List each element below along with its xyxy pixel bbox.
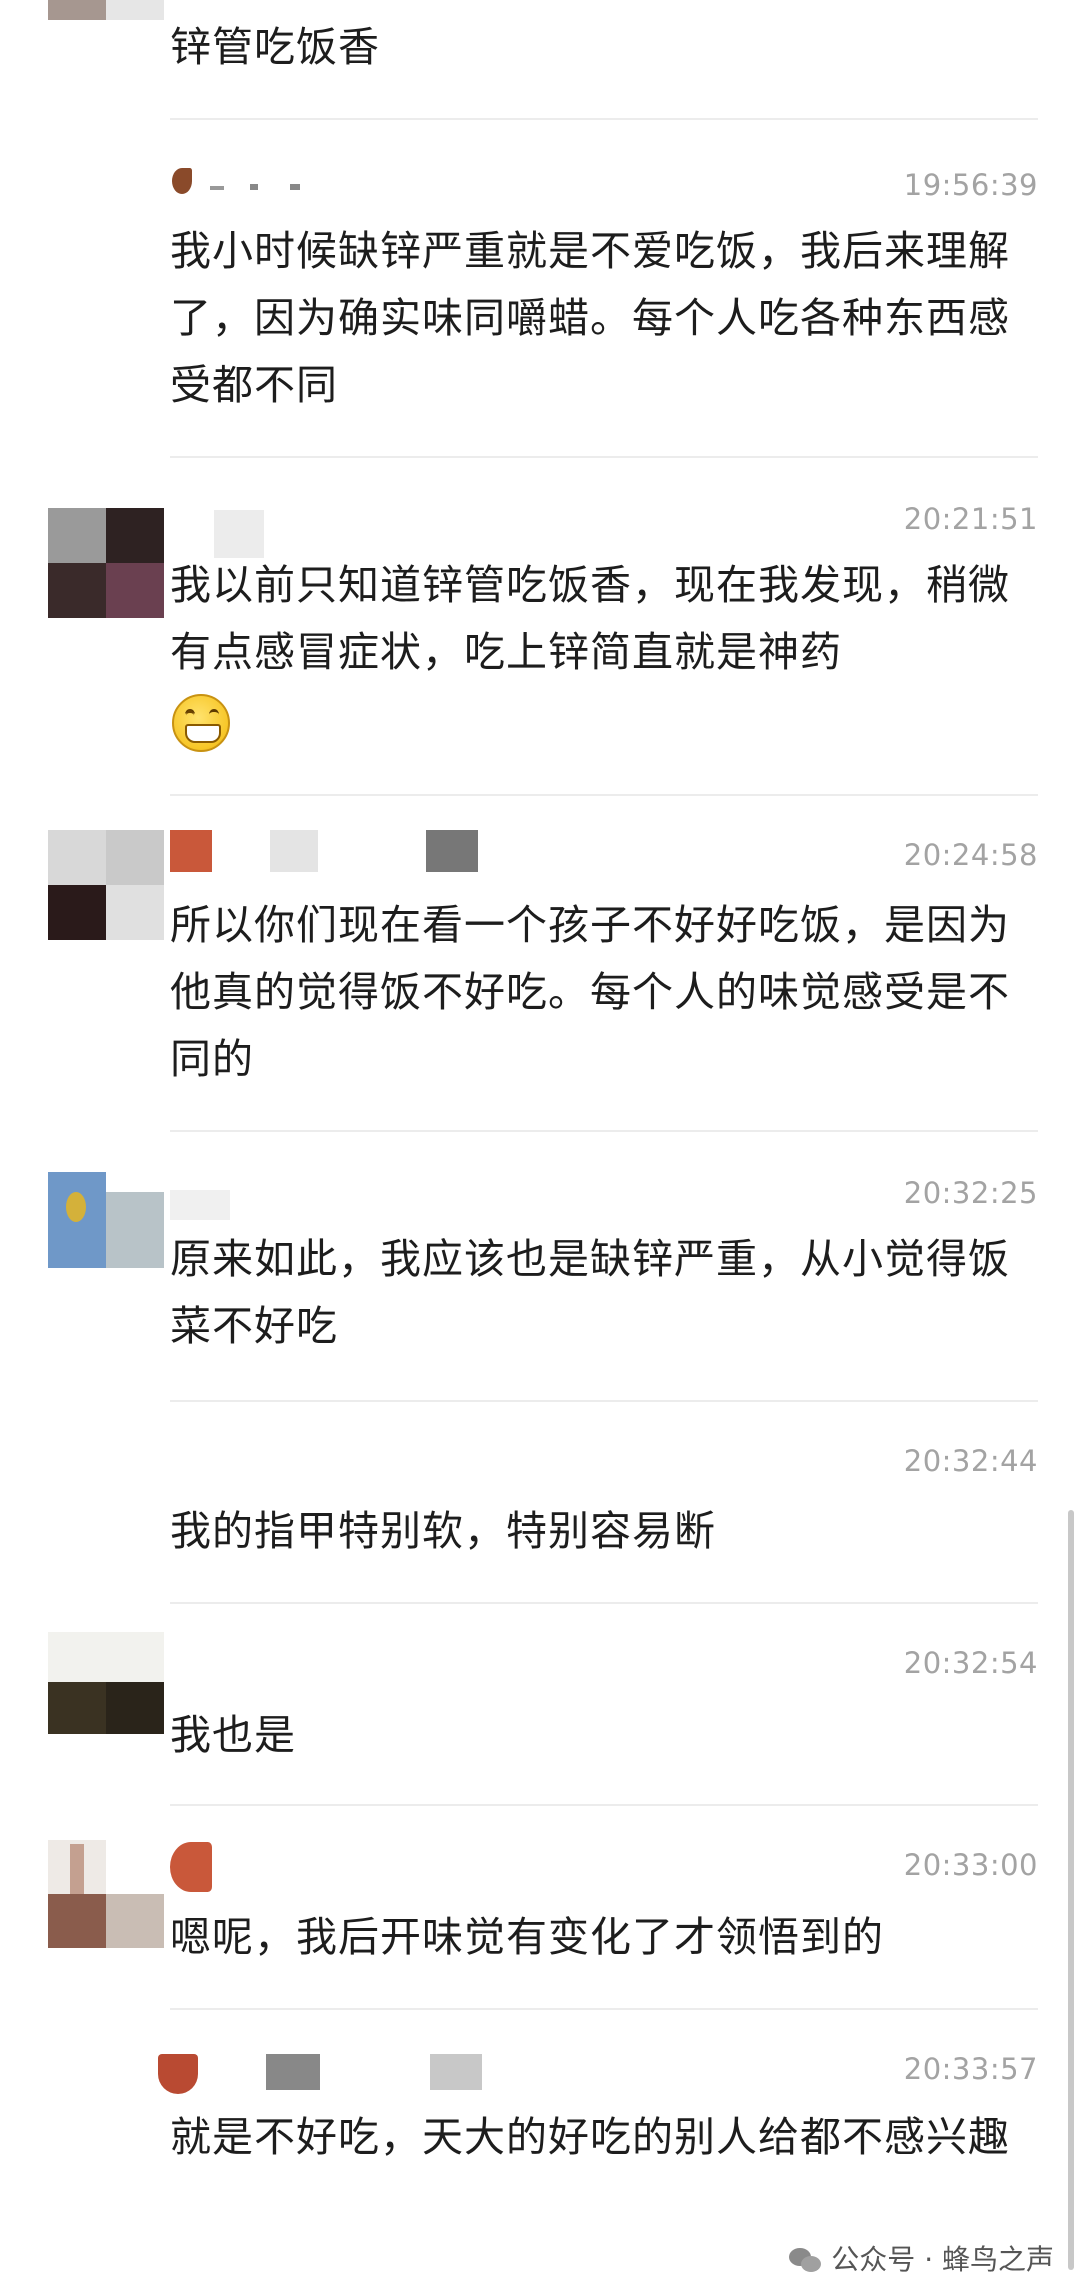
avatar[interactable] — [48, 508, 164, 618]
comment-text: 所以你们现在看一个孩子不好好吃饭，是因为他真的觉得饭不好吃。每个人的味觉感受是不… — [170, 901, 1010, 1083]
comment-time: 20:32:44 — [903, 1444, 1038, 1478]
watermark: 公众号 · 蜂鸟之声 — [789, 2240, 1054, 2280]
comment-time: 20:33:00 — [903, 1848, 1038, 1882]
username-redacted — [170, 510, 270, 558]
comment-text: 就是不好吃，天大的好吃的别人给都不感兴趣 — [170, 2113, 1010, 2161]
comment-text: 原来如此，我应该也是缺锌严重，从小觉得饭菜不好吃 — [170, 1235, 1010, 1350]
grinning-face-emoji — [172, 694, 230, 752]
username-redacted — [158, 2054, 490, 2102]
avatar[interactable] — [48, 1632, 164, 1734]
comment-time: 20:21:51 — [903, 502, 1038, 536]
avatar[interactable] — [48, 0, 164, 20]
divider — [170, 1602, 1038, 1604]
divider — [170, 1400, 1038, 1402]
divider — [170, 118, 1038, 120]
divider — [170, 1130, 1038, 1132]
username-redacted — [170, 1842, 250, 1892]
username-redacted — [170, 830, 490, 878]
divider — [170, 794, 1038, 796]
comment-text: 嗯呢，我后开味觉有变化了才领悟到的 — [170, 1913, 884, 1961]
divider — [170, 2008, 1038, 2010]
comment-text: 我也是 — [170, 1711, 296, 1759]
comment-text: 我小时候缺锌严重就是不爱吃饭，我后来理解了，因为确实味同嚼蜡。每个人吃各种东西感… — [170, 227, 1010, 409]
avatar[interactable] — [48, 1840, 164, 1948]
comment-time: 19:56:39 — [903, 168, 1038, 202]
divider — [170, 456, 1038, 458]
comment-time: 20:32:25 — [903, 1176, 1038, 1210]
comment-text: 我的指甲特别软，特别容易断 — [170, 1507, 716, 1555]
comment-text: 我以前只知道锌管吃饭香，现在我发现，稍微有点感冒症状，吃上锌简直就是神药 — [170, 561, 1010, 676]
avatar[interactable] — [48, 830, 164, 940]
username-redacted — [170, 168, 370, 216]
divider — [170, 1804, 1038, 1806]
watermark-text: 公众号 · 蜂鸟之声 — [831, 2243, 1054, 2276]
comment-time: 20:32:54 — [903, 1646, 1038, 1680]
scrollbar[interactable] — [1068, 1510, 1074, 2270]
comment-text: 锌管吃饭香 — [170, 23, 380, 71]
avatar[interactable] — [48, 1172, 164, 1268]
emoji-container — [172, 694, 230, 752]
comment-time: 20:33:57 — [903, 2052, 1038, 2086]
comment-time: 20:24:58 — [903, 838, 1038, 872]
